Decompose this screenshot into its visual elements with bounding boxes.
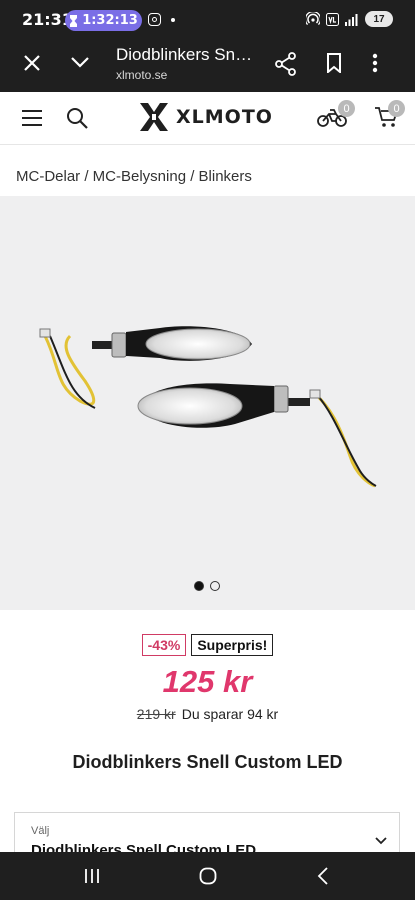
status-icons: 17	[306, 11, 393, 27]
superpris-badge: Superpris!	[191, 634, 274, 656]
cart-count-badge: 0	[388, 100, 405, 117]
hotspot-icon	[306, 12, 320, 26]
back-icon[interactable]	[317, 867, 329, 885]
share-icon[interactable]	[275, 52, 297, 76]
old-price: 219 kr	[136, 706, 176, 722]
signal-icon	[345, 13, 358, 26]
close-icon[interactable]	[22, 53, 42, 73]
site-logo[interactable]: XLMOTO	[138, 100, 273, 134]
savings-text: Du sparar 94 kr	[181, 706, 279, 722]
menu-icon[interactable]	[22, 110, 42, 126]
recents-icon[interactable]	[84, 868, 100, 884]
battery-icon: 17	[365, 11, 393, 27]
chevron-down-icon[interactable]	[70, 55, 90, 69]
battery-level: 17	[373, 13, 385, 25]
page-url: xlmoto.se	[116, 68, 168, 82]
discount-badge: -43%	[141, 634, 187, 656]
gallery-dot-active[interactable]	[194, 581, 204, 591]
chevron-down-icon	[375, 837, 387, 845]
product-title: Diodblinkers Snell Custom LED	[72, 752, 343, 772]
bookmark-icon[interactable]	[326, 53, 342, 73]
more-menu-icon[interactable]	[372, 53, 378, 73]
garage-count-badge: 0	[338, 100, 355, 117]
site-header: XLMOTO 0 0	[0, 92, 415, 145]
status-bar: 21:31 1:32:13 17	[0, 0, 415, 40]
gallery-dot[interactable]	[210, 581, 220, 591]
savings-line: 219 kr Du sparar 94 kr	[0, 706, 415, 722]
home-icon[interactable]	[199, 867, 217, 885]
breadcrumb[interactable]: MC-Delar / MC-Belysning / Blinkers	[16, 168, 252, 185]
timer-pill[interactable]: 1:32:13	[65, 10, 142, 31]
logo-text: XLMOTO	[176, 106, 273, 128]
instagram-icon	[148, 13, 161, 26]
system-navigation-bar	[0, 852, 415, 900]
volte-icon	[326, 12, 339, 26]
product-image-gallery[interactable]	[0, 196, 415, 610]
notification-dot-icon	[171, 18, 175, 22]
timer-text: 1:32:13	[82, 13, 138, 28]
hourglass-icon	[70, 14, 78, 27]
product-image	[39, 326, 377, 488]
gallery-pagination	[194, 581, 220, 591]
logo-mark-icon	[140, 103, 168, 131]
price-badges: -43% Superpris!	[0, 634, 415, 656]
page-title: Diodblinkers Snell Custom LED	[116, 45, 256, 64]
browser-toolbar: Diodblinkers Snell Custom LED xlmoto.se	[0, 40, 415, 92]
current-price: 125 kr	[162, 664, 253, 699]
variant-label: Välj	[31, 825, 50, 837]
search-icon[interactable]	[66, 107, 88, 129]
